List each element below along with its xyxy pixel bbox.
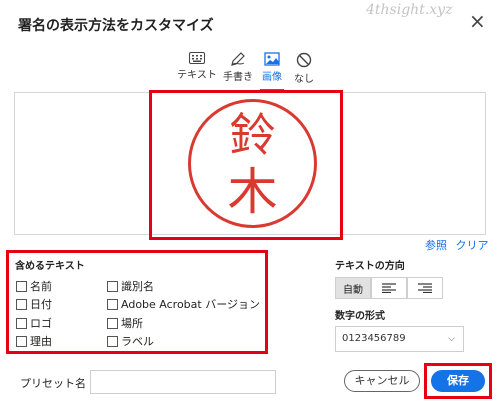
close-icon[interactable]: × xyxy=(469,11,486,31)
highlight-preview xyxy=(149,90,343,240)
clear-link[interactable]: クリア xyxy=(456,239,489,252)
align-left-icon xyxy=(382,283,396,293)
direction-auto-button[interactable]: 自動 xyxy=(335,277,371,299)
highlight-save xyxy=(424,363,492,399)
text-direction-heading: テキストの方向 xyxy=(335,261,405,272)
tab-image[interactable]: 画像 xyxy=(256,52,288,91)
tab-none-label: なし xyxy=(294,74,314,85)
signature-type-tabs: テキスト 手書き 画像 なし xyxy=(174,52,324,91)
dialog-title: 署名の表示方法をカスタマイズ xyxy=(18,18,214,34)
tab-text[interactable]: テキスト xyxy=(174,52,220,88)
text-direction-toggle: 自動 xyxy=(335,277,443,299)
tab-handwriting-label: 手書き xyxy=(223,72,253,83)
align-right-icon xyxy=(418,283,432,293)
none-icon xyxy=(296,52,312,68)
pen-icon xyxy=(231,52,245,66)
preview-links: 参照 クリア xyxy=(420,237,489,253)
tab-image-label: 画像 xyxy=(262,72,282,83)
tab-none[interactable]: なし xyxy=(288,52,320,88)
number-format-value: 0123456789 xyxy=(342,333,406,344)
direction-left-button[interactable] xyxy=(371,277,407,299)
number-format-heading: 数字の形式 xyxy=(335,311,385,322)
highlight-include-text xyxy=(6,250,268,354)
cancel-button[interactable]: キャンセル xyxy=(344,370,420,392)
browse-link[interactable]: 参照 xyxy=(425,239,447,252)
keyboard-icon xyxy=(189,52,205,64)
direction-right-button[interactable] xyxy=(407,277,443,299)
preset-name-input[interactable] xyxy=(90,370,276,394)
image-icon xyxy=(264,52,280,66)
chevron-down-icon: ⌵ xyxy=(448,334,455,344)
watermark: 4thsight.xyz xyxy=(366,2,453,18)
preset-name-label: プリセット名 xyxy=(20,377,86,390)
number-format-select[interactable]: 0123456789 ⌵ xyxy=(335,326,464,352)
tab-text-label: テキスト xyxy=(177,70,217,81)
tab-handwriting[interactable]: 手書き xyxy=(220,52,256,88)
